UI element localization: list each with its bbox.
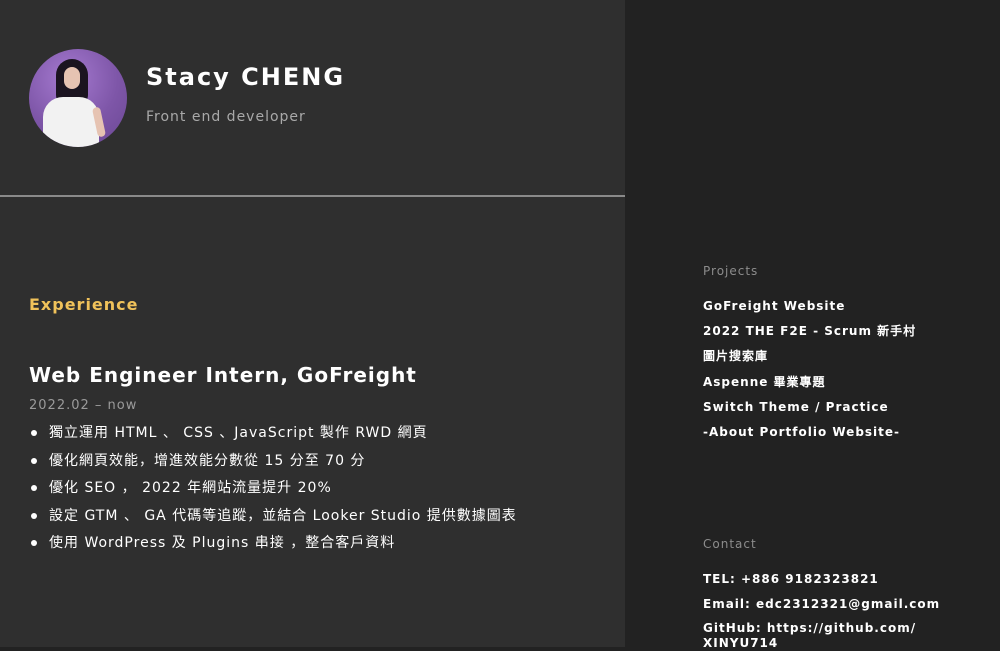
job-bullet-text: 使用 WordPress 及 Plugins 串接 ，整合客戶資料 [49,535,396,551]
project-link-portfolio[interactable]: -About Portfolio Website- [703,424,916,449]
job-bullet: 優化 SEO ， 2022 年網站流量提升 20% [29,478,517,506]
job-bullet: 使用 WordPress 及 Plugins 串接 ，整合客戶資料 [29,533,517,561]
job-bullet-text: 設定 GTM 、 GA 代碼等追蹤，並結合 Looker Studio 提供數據… [49,507,517,524]
project-link-gofreight[interactable]: GoFreight Website [703,298,916,323]
bullet-icon [31,430,37,436]
profile-header: Stacy CHENG Front end developer [0,0,625,197]
project-link-image-search[interactable]: 圖片搜索庫 [703,348,916,373]
projects-list: GoFreight Website 2022 THE F2E - Scrum 新… [703,298,916,449]
avatar [29,49,127,147]
project-link-aspenne[interactable]: Aspenne 畢業專題 [703,374,916,399]
bullet-icon [31,512,37,519]
contact-email[interactable]: Email: edc2312321@gmail.com [703,596,940,621]
project-link-text[interactable]: -About Portfolio Website- [703,425,900,439]
main-panel: Stacy CHENG Front end developer Experien… [0,0,625,647]
job-date: 2022.02 – now [29,398,138,413]
job-bullet-text: 獨立運用 HTML 、 CSS 、JavaScript 製作 RWD 網頁 [49,425,428,441]
profile-role: Front end developer [146,109,306,125]
project-link-text[interactable]: Switch Theme / Practice [703,400,889,414]
experience-heading: Experience [29,295,139,314]
bullet-icon [31,457,37,464]
job-bullet-text: 優化 SEO ， 2022 年網站流量提升 20% [49,480,332,496]
contact-heading: Contact [703,537,757,551]
project-link-text[interactable]: Aspenne 畢業專題 [703,375,826,389]
contact-tel: TEL: +886 9182323821 [703,572,879,586]
profile-name: Stacy CHENG [146,63,346,91]
project-link-text[interactable]: GoFreight Website [703,299,845,313]
job-bullet-list: 獨立運用 HTML 、 CSS 、JavaScript 製作 RWD 網頁 優化… [29,423,517,561]
job-title: Web Engineer Intern, GoFreight [29,363,417,387]
job-bullet: 設定 GTM 、 GA 代碼等追蹤，並結合 Looker Studio 提供數據… [29,506,517,534]
project-link-switch-theme[interactable]: Switch Theme / Practice [703,399,916,424]
job-bullet: 優化網頁效能，增進效能分數從 15 分至 70 分 [29,451,517,479]
bullet-icon [31,485,37,491]
contact-list: TEL: +886 9182323821 Email: edc2312321@g… [703,571,940,651]
job-bullet: 獨立運用 HTML 、 CSS 、JavaScript 製作 RWD 網頁 [29,423,517,451]
project-link-f2e-scrum[interactable]: 2022 THE F2E - Scrum 新手村 [703,323,916,348]
project-link-text[interactable]: 圖片搜索庫 [703,349,768,363]
projects-heading: Projects [703,264,759,278]
job-bullet-text: 優化網頁效能，增進效能分數從 15 分至 70 分 [49,452,366,469]
bullet-icon [31,540,37,546]
project-link-text[interactable]: 2022 THE F2E - Scrum 新手村 [703,324,916,338]
